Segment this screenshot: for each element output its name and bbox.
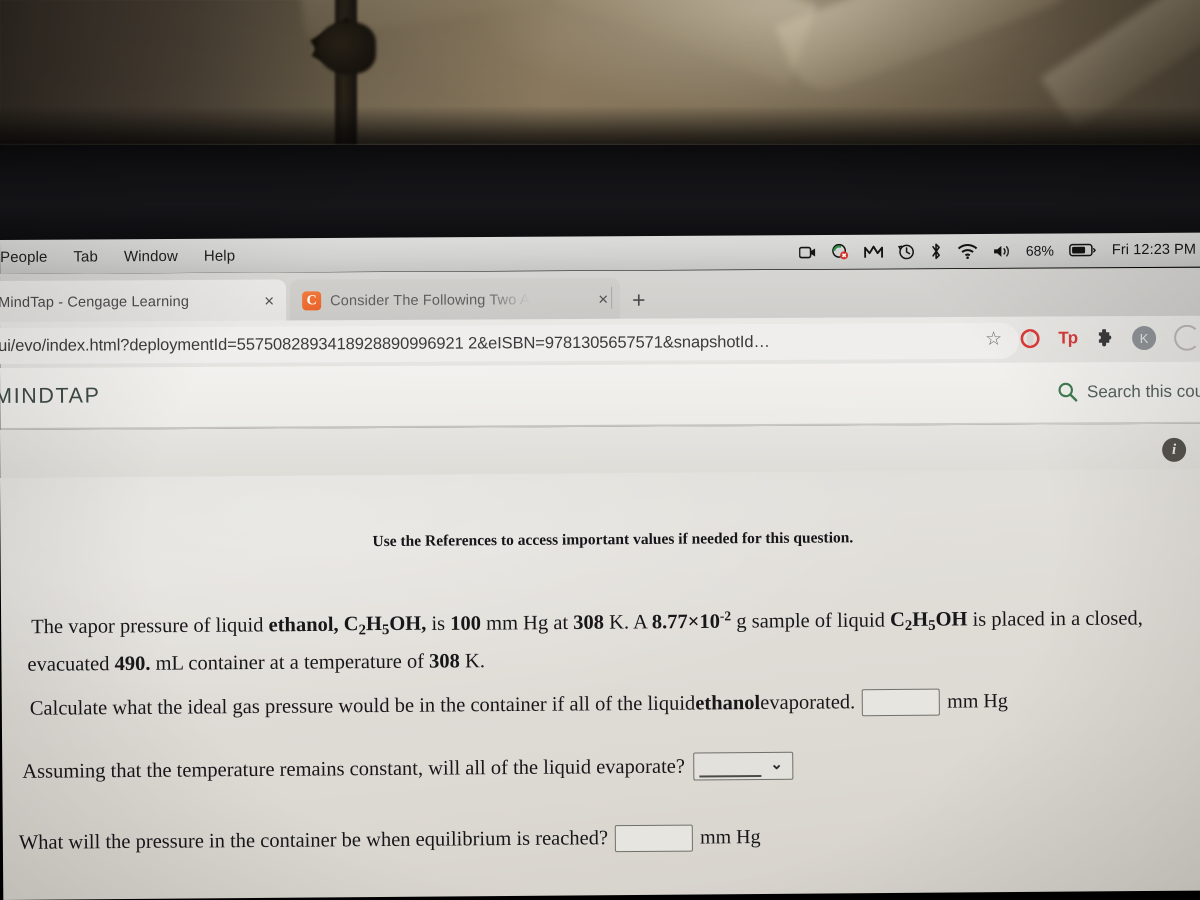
ceiling-shadow bbox=[0, 106, 1200, 148]
stem-formula-ethanol: C2H5OH, bbox=[338, 613, 427, 639]
stem-text: evacuated bbox=[27, 652, 115, 676]
profile-avatar[interactable]: K bbox=[1132, 325, 1157, 351]
menu-bar-items: People Tab Window Help bbox=[0, 247, 235, 265]
mindtap-header: MINDTAP Search this cou bbox=[0, 361, 1200, 430]
menu-item-window[interactable]: Window bbox=[124, 247, 178, 264]
stem-text: is placed in a closed, bbox=[967, 607, 1143, 631]
question-part-2: Assuming that the temperature remains co… bbox=[22, 749, 1182, 786]
stem-volume: 490. bbox=[114, 652, 151, 675]
menu-item-people[interactable]: People bbox=[0, 248, 47, 265]
stem-text: K. bbox=[459, 649, 486, 672]
chegg-favicon-icon: C bbox=[302, 291, 322, 311]
stem-mass-exponent: -2 bbox=[719, 608, 732, 624]
stem-formula-ethanol-2: C2H5OH bbox=[889, 608, 968, 635]
q1-text-2: evaporated. bbox=[760, 691, 856, 715]
select-value-underline bbox=[698, 775, 762, 778]
stem-temperature-1: 308 bbox=[573, 611, 605, 634]
question-part-3: What will the pressure in the container … bbox=[19, 821, 1179, 857]
battery-icon[interactable] bbox=[1068, 243, 1097, 257]
q1-text: Calculate what the ideal gas pressure wo… bbox=[29, 692, 696, 720]
bluetooth-icon[interactable] bbox=[930, 242, 942, 260]
question-stem: The vapor pressure of liquid ethanol, C2… bbox=[27, 597, 1200, 681]
close-icon[interactable]: × bbox=[264, 292, 274, 311]
q3-answer-input[interactable] bbox=[614, 824, 694, 853]
chevron-down-icon: ⌄ bbox=[770, 755, 783, 773]
menu-bar-clock[interactable]: Fri 12:23 PM bbox=[1112, 242, 1196, 259]
menu-bar-status-items: 68% Fri 12:23 PM bbox=[798, 233, 1200, 269]
close-icon[interactable]: × bbox=[598, 290, 608, 309]
question-part-1: Calculate what the ideal gas pressure wo… bbox=[30, 687, 1190, 723]
course-search[interactable]: Search this cou bbox=[1057, 381, 1200, 403]
stem-temperature-2: 308 bbox=[429, 649, 460, 673]
stem-text: is bbox=[426, 612, 451, 636]
q2-answer-select[interactable]: ⌄ bbox=[692, 751, 794, 781]
q1-ethanol: ethanol bbox=[695, 692, 761, 715]
tab-title: Consider The Following Two A bbox=[330, 291, 530, 309]
opera-extension-icon[interactable] bbox=[1020, 329, 1040, 349]
volume-icon[interactable] bbox=[993, 243, 1011, 258]
new-tab-button[interactable]: + bbox=[632, 287, 646, 313]
browser-extension-icons: Tp K bbox=[1020, 324, 1200, 352]
q1-answer-input[interactable] bbox=[862, 688, 941, 717]
menu-item-tab[interactable]: Tab bbox=[73, 248, 98, 265]
stem-text: K. A bbox=[603, 611, 652, 634]
laptop-photo-screenshot: People Tab Window Help 68% Fri 12:23 PM … bbox=[0, 0, 1200, 900]
stem-ethanol: ethanol, bbox=[268, 613, 339, 637]
time-machine-icon[interactable] bbox=[897, 243, 915, 260]
menu-item-help[interactable]: Help bbox=[204, 247, 235, 264]
malwarebytes-icon[interactable] bbox=[863, 244, 883, 259]
q2-text: Assuming that the temperature remains co… bbox=[22, 755, 686, 783]
ceiling-fan-blade bbox=[552, 0, 818, 87]
question-content-area: Use the References to access important v… bbox=[0, 468, 1200, 900]
url-text: ui/evo/index.html?deploymentId=557508289… bbox=[0, 332, 770, 355]
tab-divider bbox=[611, 286, 613, 309]
mindtap-logo[interactable]: MINDTAP bbox=[0, 383, 101, 409]
q1-unit-label: mm Hg bbox=[947, 690, 1008, 713]
info-icon[interactable]: i bbox=[1162, 437, 1187, 462]
stem-vapor-pressure: 100 bbox=[450, 612, 482, 635]
ceiling-background-photo bbox=[0, 0, 1200, 148]
dropbox-sync-error-icon[interactable] bbox=[831, 243, 849, 260]
browser-tab-mindtap[interactable]: MindTap - Cengage Learning × bbox=[0, 279, 287, 325]
references-note: Use the References to access important v… bbox=[372, 529, 854, 551]
screen-recording-icon[interactable] bbox=[798, 246, 816, 259]
puzzle-extensions-icon[interactable] bbox=[1095, 328, 1114, 348]
stem-text: mL container at a temperature of bbox=[150, 650, 430, 675]
browser-tab-strip: MindTap - Cengage Learning × C Consider … bbox=[0, 267, 1200, 325]
wifi-icon[interactable] bbox=[957, 243, 978, 259]
profile-menu-icon[interactable] bbox=[1174, 324, 1200, 351]
stem-text: mm Hg at bbox=[480, 611, 574, 635]
stem-text: The vapor pressure of liquid bbox=[31, 614, 269, 639]
battery-percentage-label: 68% bbox=[1025, 242, 1054, 259]
tp-extension-icon[interactable]: Tp bbox=[1058, 328, 1077, 348]
q3-text: What will the pressure in the container … bbox=[18, 827, 609, 854]
bookmark-star-icon[interactable]: ☆ bbox=[985, 329, 1002, 350]
search-placeholder-label: Search this cou bbox=[1086, 381, 1200, 401]
stem-text: g sample of liquid bbox=[731, 609, 891, 633]
ceiling-fan-blade bbox=[775, 0, 1085, 102]
browser-tab-chegg[interactable]: C Consider The Following Two A × bbox=[290, 277, 621, 323]
address-bar[interactable]: ui/evo/index.html?deploymentId=557508289… bbox=[0, 322, 1020, 365]
search-icon bbox=[1057, 381, 1078, 402]
laptop-bezel bbox=[0, 145, 1200, 242]
ceiling-fan-motor bbox=[318, 22, 376, 74]
tab-title: MindTap - Cengage Learning bbox=[0, 293, 190, 311]
q3-unit-label: mm Hg bbox=[699, 826, 761, 849]
stem-mass: 8.77×10 bbox=[651, 610, 720, 634]
